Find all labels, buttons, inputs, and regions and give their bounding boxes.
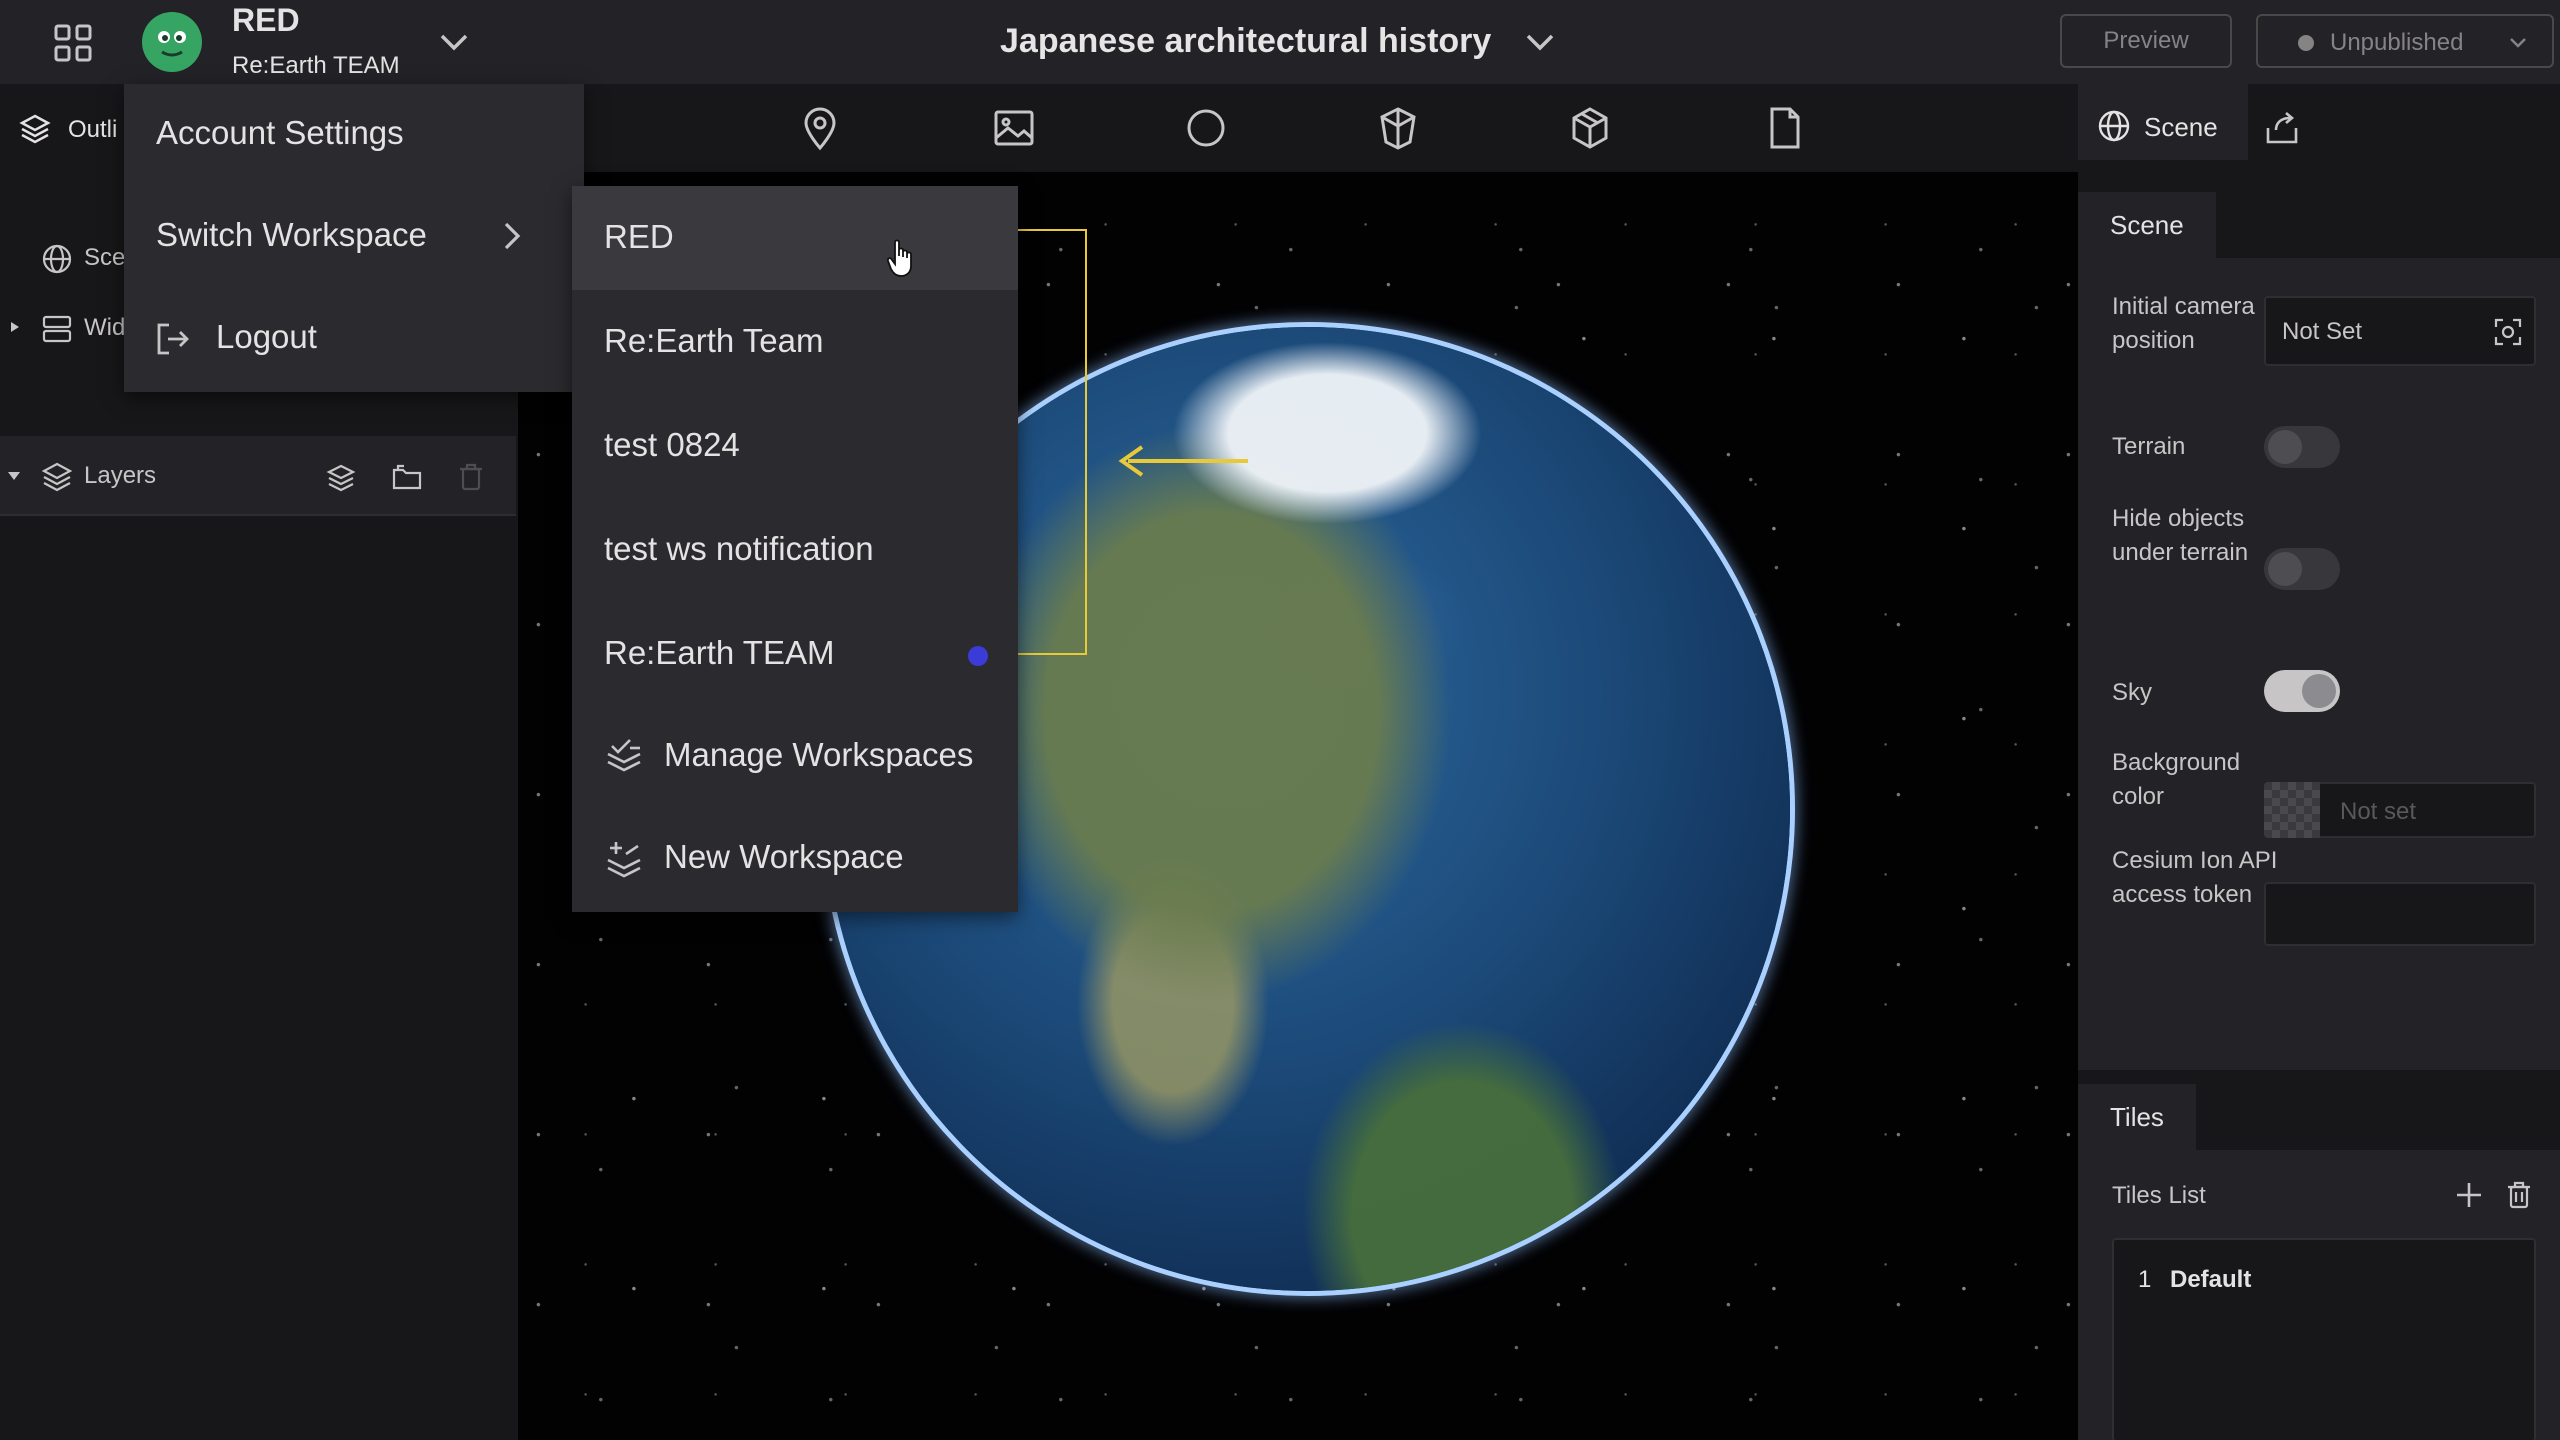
globe-icon (40, 242, 74, 276)
sky-toggle[interactable] (2264, 670, 2340, 712)
globe-icon (2096, 108, 2132, 144)
circle-icon[interactable] (1182, 104, 1230, 152)
tab-outline-label: Outli (68, 116, 118, 143)
trash-icon[interactable] (454, 460, 488, 494)
scene-section: Scene Initial camera position Not Set Te… (2078, 192, 2560, 1070)
caret-down-icon[interactable] (6, 468, 22, 484)
hide-objects-toggle[interactable] (2264, 548, 2340, 590)
top-header: RED Re:Earth TEAM Japanese architectural… (0, 0, 2560, 84)
tiles-section: Tiles Tiles List 1 Default (2078, 1084, 2560, 1440)
tab-scene-label: Scene (2144, 112, 2218, 142)
trash-icon[interactable] (2502, 1178, 2536, 1212)
workspace-name: test ws notification (604, 530, 874, 567)
caret-right-icon[interactable] (8, 320, 22, 334)
menu-item-logout[interactable]: Logout (124, 288, 584, 388)
chevron-down-icon[interactable] (434, 24, 474, 60)
tiles-section-header: Tiles (2078, 1084, 2560, 1150)
preview-button[interactable]: Preview (2060, 14, 2232, 68)
chevron-down-icon[interactable] (1520, 24, 1560, 60)
avatar[interactable] (142, 12, 202, 72)
camera-position-field[interactable]: Not Set (2264, 296, 2536, 366)
terrain-label: Terrain (2112, 433, 2186, 460)
menu-item-account-settings[interactable]: Account Settings (124, 84, 584, 184)
workspace-item[interactable]: Re:Earth Team (572, 290, 1018, 394)
background-color-field[interactable]: Not set (2320, 782, 2536, 838)
workspace-menu: RED Re:Earth Team test 0824 test ws noti… (572, 186, 1018, 912)
scene-section-title[interactable]: Scene (2078, 192, 2216, 258)
workspace-item[interactable]: RED (572, 186, 1018, 290)
menu-item-label: Switch Workspace (156, 216, 427, 253)
layers-label: Layers (84, 462, 157, 489)
layers-icon (40, 460, 74, 494)
cesium-token-label: Cesium Ion API access token (2112, 847, 2278, 908)
project-title[interactable]: Japanese architectural history (1000, 22, 1491, 61)
tiles-list-label: Tiles List (2112, 1182, 2206, 1209)
image-icon[interactable] (990, 104, 1038, 152)
workspace-name: RED (604, 218, 674, 255)
logout-icon (154, 320, 192, 358)
workspace-name: Re:Earth Team (604, 322, 824, 359)
tile-index: 1 (2138, 1266, 2152, 1293)
workspace-item[interactable]: test ws notification (572, 498, 1018, 602)
camera-position-label: Initial camera position (2112, 293, 2255, 354)
file-icon[interactable] (1760, 104, 1808, 152)
tiles-section-title[interactable]: Tiles (2078, 1084, 2196, 1150)
sky-label: Sky (2112, 679, 2153, 706)
tiles-list: 1 Default (2112, 1238, 2536, 1440)
workspace-name: Re:Earth TEAM (604, 634, 835, 671)
layers-header: Layers (0, 436, 516, 516)
property-tab-bar: Scene (2078, 84, 2560, 178)
chevron-down-icon (2506, 32, 2530, 52)
box-icon[interactable] (1374, 104, 1422, 152)
workspace-item[interactable]: test 0824 (572, 394, 1018, 498)
hand-cursor-icon (886, 238, 916, 278)
widgets-icon (40, 312, 74, 346)
workspace-name: test 0824 (604, 426, 740, 463)
new-workspace-icon (604, 838, 644, 878)
manage-workspaces-icon (604, 736, 644, 776)
new-workspace-button[interactable]: New Workspace (572, 808, 1018, 908)
layers-icon (18, 112, 52, 146)
publish-tab-icon[interactable] (2262, 108, 2302, 148)
cesium-token-field[interactable] (2264, 882, 2536, 946)
user-team-name[interactable]: Re:Earth TEAM (232, 52, 400, 80)
capture-camera-icon[interactable] (2492, 316, 2524, 348)
tool-bar (518, 84, 2078, 172)
hide-objects-label: Hide objects under terrain (2112, 505, 2249, 566)
tree-item-label: Sce (84, 244, 126, 271)
add-layer-icon[interactable] (324, 460, 358, 494)
camera-position-value: Not Set (2282, 318, 2363, 345)
background-color-swatch[interactable] (2264, 782, 2320, 838)
workspace-item[interactable]: Re:Earth TEAM (572, 602, 1018, 706)
account-menu: Account Settings Switch Workspace Logout (124, 84, 584, 392)
background-color-placeholder: Not set (2340, 798, 2417, 825)
background-color-label: Background color (2112, 749, 2241, 810)
plus-icon[interactable] (2452, 1178, 2486, 1212)
current-workspace-indicator (968, 646, 988, 666)
scene-section-header: Scene (2078, 192, 2560, 258)
model-icon[interactable] (1566, 104, 1614, 152)
menu-item-label: Account Settings (156, 114, 404, 151)
user-name[interactable]: RED (232, 2, 300, 39)
apps-grid-icon[interactable] (52, 22, 94, 64)
manage-workspaces-label: Manage Workspaces (664, 736, 974, 773)
tile-name: Default (2170, 1266, 2252, 1293)
right-panel: Scene Scene Initial camera position Not … (2078, 84, 2560, 1440)
menu-item-label: Logout (216, 318, 317, 355)
new-workspace-label: New Workspace (664, 838, 904, 875)
menu-item-switch-workspace[interactable]: Switch Workspace (124, 186, 584, 286)
publish-status-label: Unpublished (2330, 29, 2464, 56)
status-dot-icon (2298, 35, 2314, 51)
pin-icon[interactable] (796, 104, 844, 152)
terrain-toggle[interactable] (2264, 426, 2340, 468)
chevron-right-icon (494, 218, 528, 254)
manage-workspaces-button[interactable]: Manage Workspaces (572, 706, 1018, 806)
add-folder-icon[interactable] (390, 460, 424, 494)
tab-scene[interactable]: Scene (2078, 84, 2248, 160)
publish-status-button[interactable]: Unpublished (2256, 14, 2554, 68)
tree-item-label: Wid (84, 314, 126, 341)
